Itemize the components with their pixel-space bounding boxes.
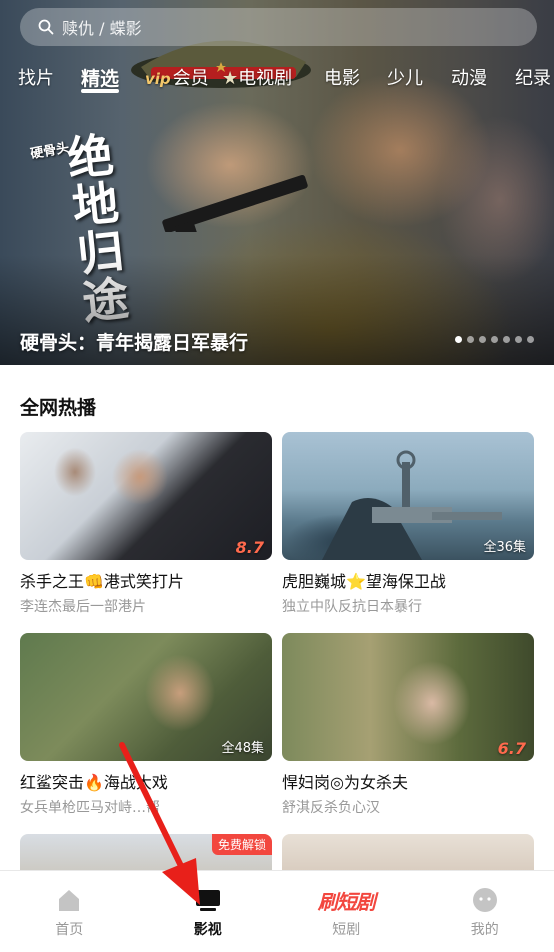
nav-video[interactable]: 影视 bbox=[139, 871, 278, 952]
hero-title: 硬骨头：青年揭露日军暴行 bbox=[20, 332, 249, 354]
video-card[interactable] bbox=[282, 834, 534, 870]
video-card[interactable]: 全36集 虎胆巍城⭐望海保卫战 独立中队反抗日本暴行 bbox=[282, 432, 534, 616]
carousel-dot[interactable] bbox=[479, 336, 486, 343]
star-icon: ★ bbox=[222, 68, 239, 89]
tv-icon bbox=[195, 890, 220, 911]
tab-tv-label: 电视剧 bbox=[238, 68, 293, 89]
video-card[interactable]: 免费解锁 bbox=[20, 834, 272, 870]
bottom-navigation: 首页 影视 刷短剧 短剧 我的 bbox=[0, 870, 554, 952]
video-title[interactable]: 悍妇岗◎为女杀夫 bbox=[282, 769, 534, 793]
video-card[interactable]: 8.7 杀手之王👊港式笑打片 李连杰最后一部港片 bbox=[20, 432, 272, 616]
tab-documentary[interactable]: 纪录 bbox=[515, 64, 551, 90]
video-card[interactable]: 6.7 悍妇岗◎为女杀夫 舒淇反杀负心汉 bbox=[282, 633, 534, 817]
carousel-dot[interactable] bbox=[455, 336, 462, 343]
nav-home-label: 首页 bbox=[55, 922, 84, 938]
nav-home[interactable]: 首页 bbox=[0, 871, 139, 952]
video-title[interactable]: 虎胆巍城⭐望海保卫战 bbox=[282, 568, 534, 592]
profile-icon bbox=[472, 888, 497, 912]
free-unlock-badge: 免费解锁 bbox=[211, 834, 272, 855]
video-thumbnail[interactable]: 6.7 bbox=[282, 633, 534, 761]
home-icon bbox=[59, 890, 80, 911]
search-bar[interactable]: 赎仇 / 蝶影 bbox=[20, 8, 537, 46]
tab-vip-label: 会员 bbox=[172, 68, 209, 89]
video-thumbnail[interactable]: 全36集 bbox=[282, 432, 534, 560]
active-tab-indicator bbox=[81, 89, 119, 93]
carousel-dot[interactable] bbox=[491, 336, 498, 343]
tab-anime[interactable]: 动漫 bbox=[451, 64, 487, 90]
video-title[interactable]: 杀手之王👊港式笑打片 bbox=[20, 568, 272, 592]
section-title: 全网热播 bbox=[20, 397, 97, 419]
video-subtitle: 独立中队反抗日本暴行 bbox=[282, 599, 422, 615]
search-icon bbox=[38, 19, 54, 35]
carousel-dot[interactable] bbox=[467, 336, 474, 343]
hero-banner[interactable]: 硬骨头 绝地归途 硬骨头：青年揭露日军暴行 bbox=[0, 0, 554, 365]
carousel-dot[interactable] bbox=[527, 336, 534, 343]
carousel-indicator bbox=[455, 336, 534, 343]
tab-featured[interactable]: 精选 bbox=[81, 64, 119, 91]
video-title[interactable]: 红鲨突击🔥海战大戏 bbox=[20, 769, 272, 793]
search-placeholder: 赎仇 / 蝶影 bbox=[62, 19, 142, 38]
carousel-dot[interactable] bbox=[503, 336, 510, 343]
nav-short-drama[interactable]: 刷短剧 短剧 bbox=[277, 871, 416, 952]
nav-profile[interactable]: 我的 bbox=[416, 871, 554, 952]
tab-tv[interactable]: ★电视剧 bbox=[222, 64, 292, 90]
video-subtitle: 舒淇反杀负心汉 bbox=[282, 800, 380, 816]
nav-short-drama-label: 短剧 bbox=[332, 922, 361, 938]
content-area: 全网热播 8.7 杀手之王👊港式笑打片 李连杰最后一部港片 全36集 虎胆巍城⭐… bbox=[0, 365, 554, 870]
video-card[interactable]: 全48集 红鲨突击🔥海战大戏 女兵单枪匹马对峙…帮 bbox=[20, 633, 272, 817]
video-thumbnail[interactable]: 全48集 bbox=[20, 633, 272, 761]
tab-find[interactable]: 找片 bbox=[18, 64, 54, 90]
rating-score: 6.7 bbox=[497, 739, 526, 758]
rating-score: 8.7 bbox=[235, 538, 264, 557]
vip-badge-icon: vip bbox=[145, 70, 171, 88]
carousel-dot[interactable] bbox=[515, 336, 522, 343]
episode-count: 全36集 bbox=[483, 540, 526, 555]
short-drama-wordmark: 刷短剧 bbox=[317, 889, 376, 914]
tab-vip[interactable]: vip 会员 bbox=[145, 64, 209, 90]
category-tabs: 找片 精选 vip 会员 ★电视剧 电影 少儿 动漫 纪录 bbox=[0, 60, 554, 100]
tab-movie[interactable]: 电影 bbox=[324, 64, 360, 90]
episode-count: 全48集 bbox=[221, 741, 264, 756]
nav-video-label: 影视 bbox=[193, 922, 222, 938]
video-thumbnail[interactable]: 8.7 bbox=[20, 432, 272, 560]
nav-profile-label: 我的 bbox=[470, 922, 499, 938]
video-thumbnail[interactable]: 免费解锁 bbox=[20, 834, 272, 870]
video-subtitle: 女兵单枪匹马对峙…帮 bbox=[20, 800, 160, 816]
tab-kids[interactable]: 少儿 bbox=[387, 64, 423, 90]
hero-gun-illustration bbox=[162, 174, 308, 232]
video-thumbnail[interactable] bbox=[282, 834, 534, 870]
video-subtitle: 李连杰最后一部港片 bbox=[20, 599, 146, 615]
